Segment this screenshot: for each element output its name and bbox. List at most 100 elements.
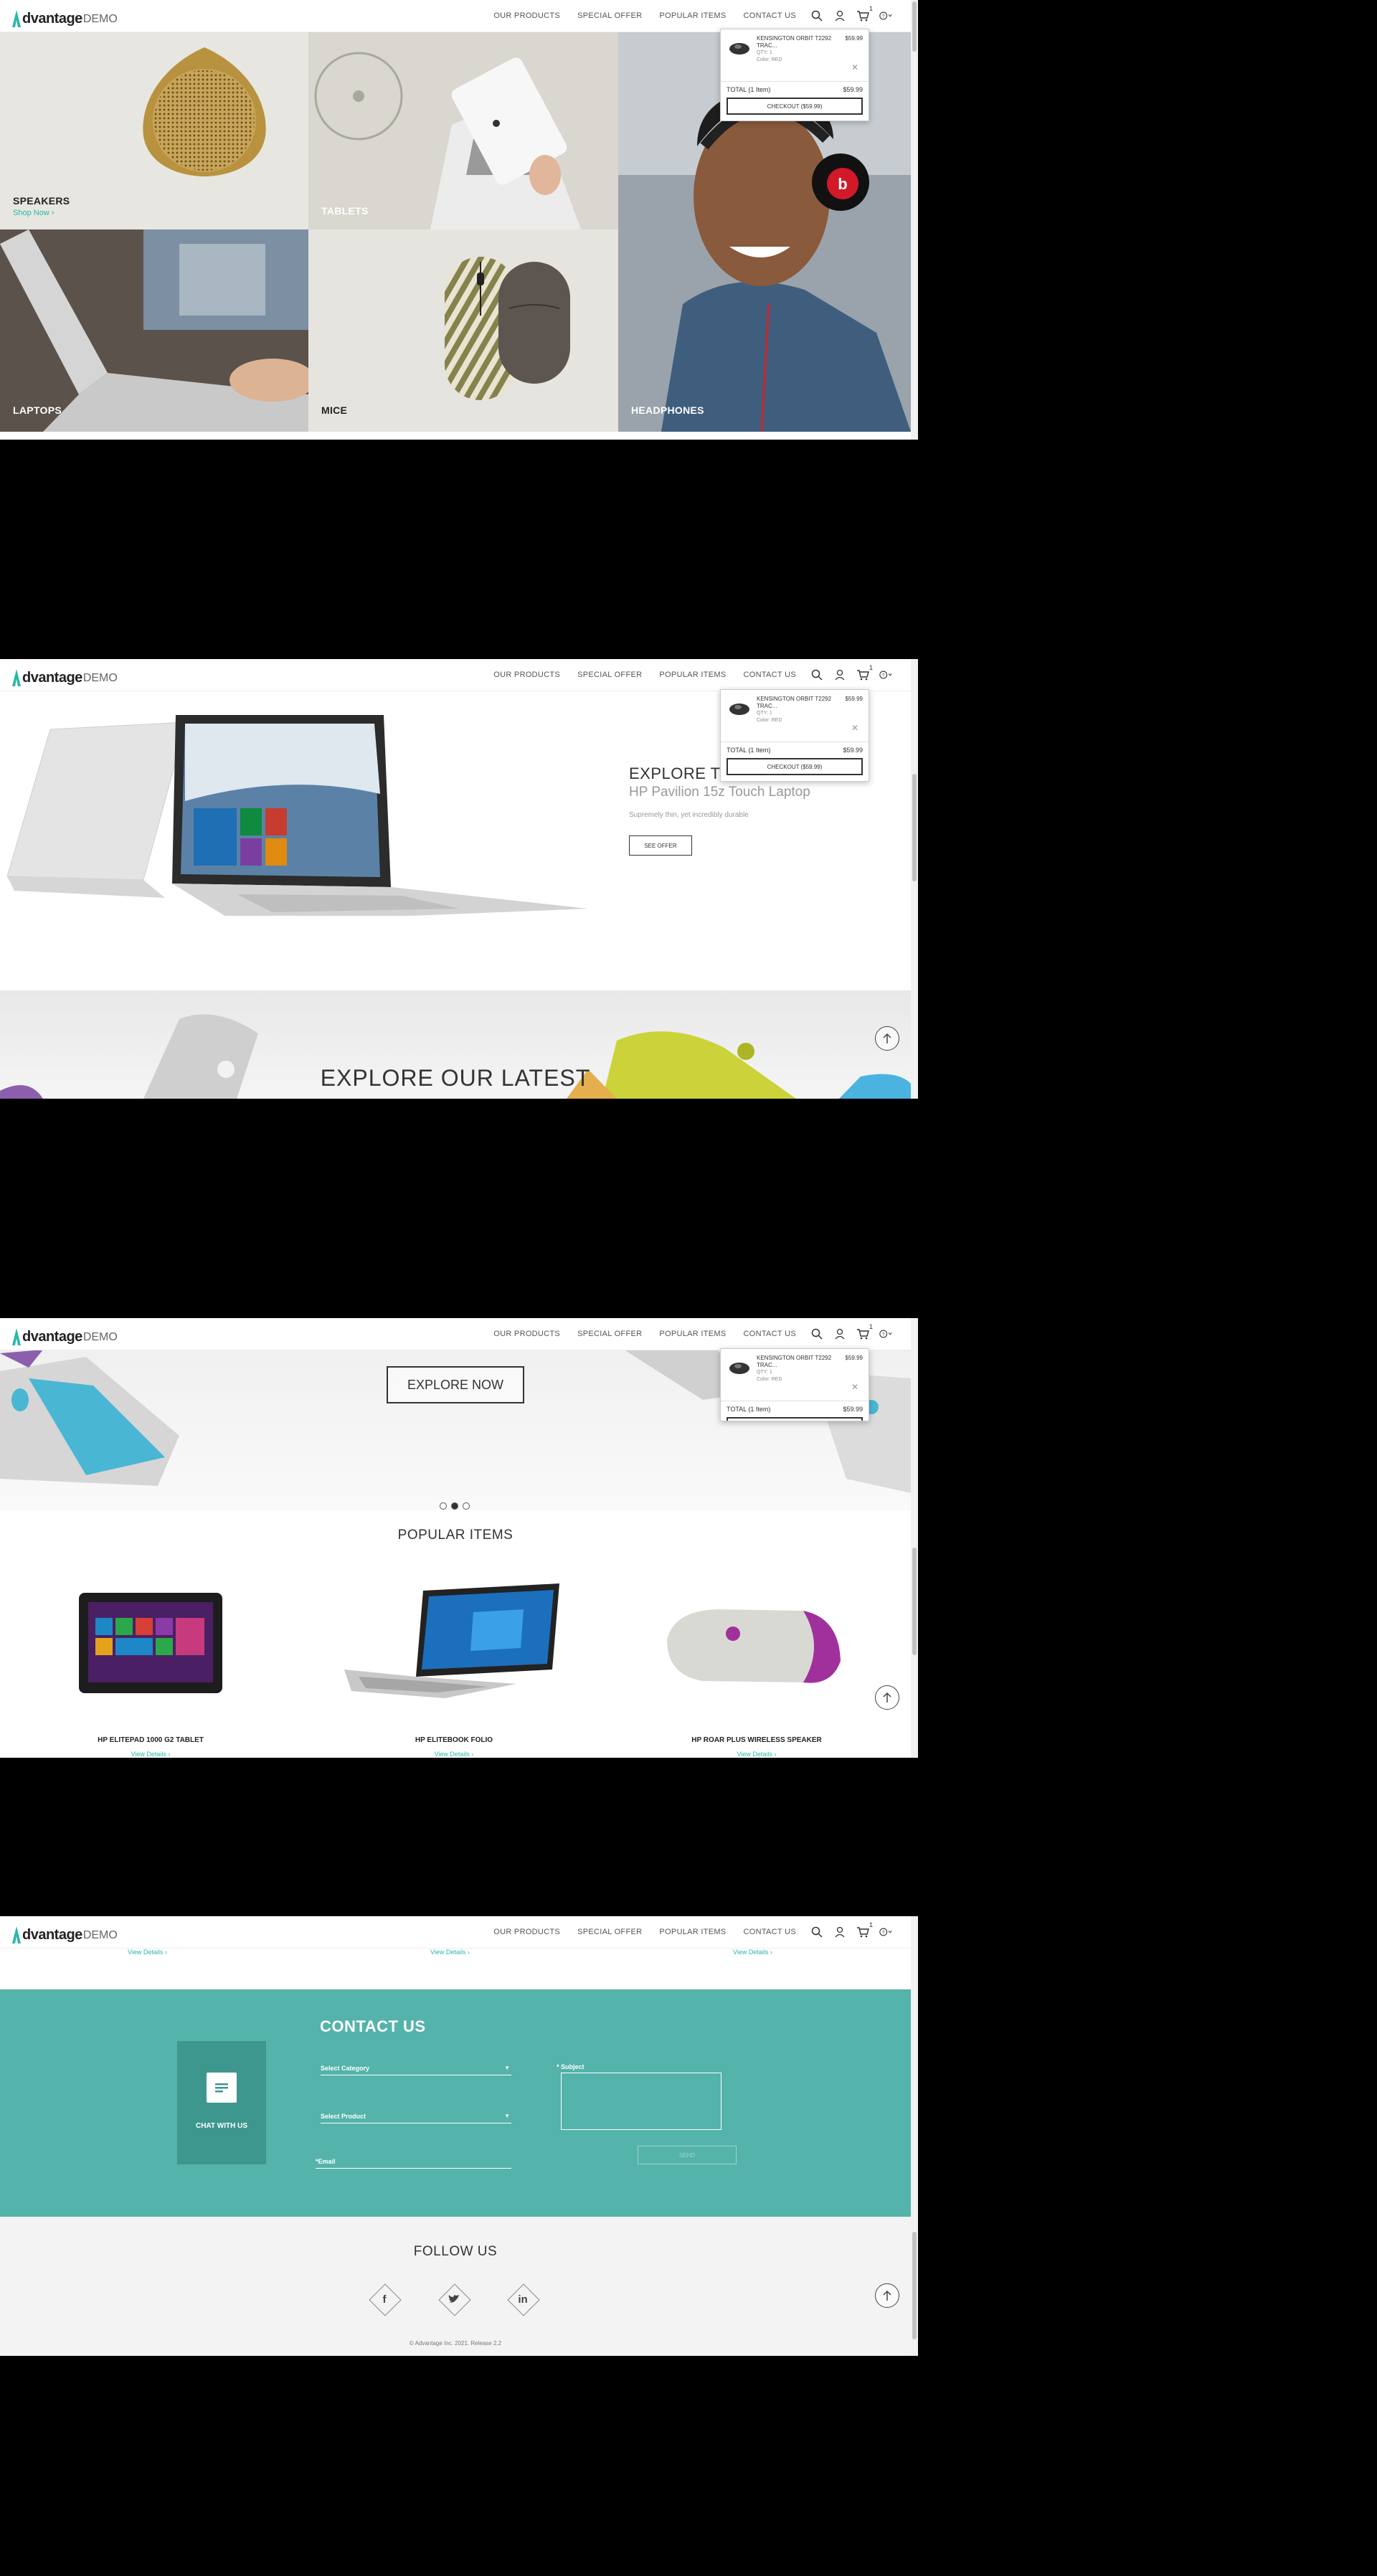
category-speakers[interactable]: SPEAKERS Shop Now › — [0, 32, 308, 229]
cart-icon[interactable]: 1 — [856, 1323, 873, 1340]
remove-item-icon[interactable]: ✕ — [851, 723, 858, 733]
view-details-link[interactable]: View Details › — [430, 1948, 470, 1956]
site-header: dvantage DEMO OUR PRODUCTS SPECIAL OFFER… — [0, 659, 911, 691]
linkedin-icon[interactable]: in — [507, 2283, 540, 2316]
cart-dropdown: KENSINGTON ORBIT T2292 TRAC... QTY: 1 Co… — [720, 29, 869, 121]
nav-contact-us[interactable]: CONTACT US — [744, 11, 797, 20]
nav-popular-items[interactable]: POPULAR ITEMS — [659, 671, 726, 679]
checkout-button[interactable]: CHECKOUT ($59.99) — [727, 758, 863, 775]
facebook-icon[interactable]: f — [369, 2283, 402, 2316]
screenshot-frame-3: dvantage DEMO OUR PRODUCTS SPECIAL OFFER… — [0, 1318, 918, 1758]
offer-subtitle: HP Pavilion 15z Touch Laptop — [629, 785, 810, 800]
subject-textarea[interactable] — [561, 2073, 721, 2130]
category-select-value: Select Category — [321, 2065, 370, 2072]
email-field[interactable]: *Email — [316, 2158, 511, 2169]
popular-item-name[interactable]: HP ROAR PLUS WIRELESS SPEAKER — [649, 1736, 864, 1744]
twitter-icon[interactable] — [438, 2283, 471, 2316]
view-details-link[interactable]: View Details › — [43, 1751, 258, 1758]
remove-item-icon[interactable]: ✕ — [851, 62, 858, 72]
cart-icon[interactable]: 1 — [856, 664, 873, 681]
nav-our-products[interactable]: OUR PRODUCTS — [493, 1928, 560, 1936]
logo[interactable]: dvantage DEMO — [10, 1324, 118, 1345]
view-details-link[interactable]: View Details › — [346, 1751, 562, 1758]
scrollbar[interactable] — [911, 0, 918, 440]
scroll-to-top-icon[interactable] — [875, 2283, 899, 2308]
search-icon[interactable] — [810, 668, 823, 681]
cart-icon[interactable]: 1 — [856, 5, 873, 22]
chevron-down-icon: ▼ — [504, 2065, 510, 2071]
scrollbar[interactable] — [911, 1916, 918, 2356]
carousel-dot-1[interactable] — [440, 1502, 447, 1510]
search-icon[interactable] — [810, 1327, 823, 1340]
svg-text:?: ? — [882, 673, 885, 678]
scrollbar[interactable] — [911, 659, 918, 1099]
svg-text:?: ? — [882, 1930, 885, 1935]
checkout-button[interactable]: CHECKOUT ($59.99) — [727, 98, 863, 115]
category-tablets[interactable]: TABLETS — [308, 32, 618, 229]
view-details-link[interactable]: View Details › — [649, 1751, 864, 1758]
nav-special-offer[interactable]: SPECIAL OFFER — [577, 1928, 642, 1936]
logo[interactable]: dvantage DEMO — [10, 1922, 118, 1943]
nav-popular-items[interactable]: POPULAR ITEMS — [659, 1928, 726, 1936]
nav-popular-items[interactable]: POPULAR ITEMS — [659, 1330, 726, 1338]
logo-demo: DEMO — [82, 1929, 118, 1941]
category-label-mice: MICE — [321, 404, 348, 416]
cart-dropdown: KENSINGTON ORBIT T2292 TRAC... QTY: 1 Co… — [720, 689, 869, 782]
nav-special-offer[interactable]: SPECIAL OFFER — [577, 1330, 642, 1338]
logo[interactable]: dvantage DEMO — [10, 665, 118, 686]
help-icon[interactable]: ? — [879, 1926, 892, 1938]
main-nav: OUR PRODUCTS SPECIAL OFFER POPULAR ITEMS… — [493, 1916, 796, 1948]
nav-contact-us[interactable]: CONTACT US — [744, 1330, 797, 1338]
category-select[interactable]: Select Category ▼ — [321, 2065, 511, 2075]
scroll-to-top-icon[interactable] — [875, 1685, 899, 1710]
product-select-value: Select Product — [321, 2113, 366, 2120]
user-icon[interactable] — [833, 1327, 846, 1340]
help-icon[interactable]: ? — [879, 668, 892, 681]
twitter-glyph — [439, 2284, 469, 2314]
follow-title: FOLLOW US — [413, 2244, 498, 2259]
nav-special-offer[interactable]: SPECIAL OFFER — [577, 671, 642, 679]
popular-item-name[interactable]: HP ELITEPAD 1000 G2 TABLET — [43, 1736, 258, 1744]
user-icon[interactable] — [833, 9, 846, 22]
help-icon[interactable]: ? — [879, 9, 892, 22]
search-icon[interactable] — [810, 9, 823, 22]
explore-now-button[interactable]: EXPLORE NOW — [387, 1366, 524, 1403]
category-label-headphones: HEADPHONES — [631, 404, 704, 416]
cart-item-name[interactable]: KENSINGTON ORBIT T2292 TRAC... — [757, 1355, 846, 1369]
send-button[interactable]: SEND — [638, 2146, 737, 2164]
scrollbar[interactable] — [911, 1318, 918, 1758]
user-icon[interactable] — [833, 668, 846, 681]
product-select[interactable]: Select Product ▼ — [321, 2113, 511, 2123]
nav-our-products[interactable]: OUR PRODUCTS — [493, 11, 560, 20]
linkedin-glyph: in — [518, 2293, 528, 2306]
carousel-dot-2[interactable] — [451, 1502, 458, 1510]
nav-contact-us[interactable]: CONTACT US — [744, 1928, 797, 1936]
popular-item-name[interactable]: HP ELITEBOOK FOLIO — [346, 1736, 562, 1744]
checkout-button[interactable]: CHECKOUT ($59.99) — [727, 1417, 863, 1421]
nav-popular-items[interactable]: POPULAR ITEMS — [659, 11, 726, 20]
view-details-link[interactable]: View Details › — [733, 1948, 772, 1956]
cart-item-name[interactable]: KENSINGTON ORBIT T2292 TRAC... — [757, 35, 846, 49]
cart-icon[interactable]: 1 — [856, 1921, 873, 1938]
category-mice[interactable]: MICE — [308, 229, 618, 432]
chat-with-us-button[interactable]: CHAT WITH US — [177, 2041, 266, 2164]
see-offer-button[interactable]: SEE OFFER — [629, 835, 692, 856]
user-icon[interactable] — [833, 1926, 846, 1938]
nav-special-offer[interactable]: SPECIAL OFFER — [577, 11, 642, 20]
nav-contact-us[interactable]: CONTACT US — [744, 671, 797, 679]
remove-item-icon[interactable]: ✕ — [851, 1382, 858, 1392]
carousel-dot-3[interactable] — [463, 1502, 470, 1510]
chat-label: CHAT WITH US — [195, 2122, 248, 2130]
cart-item: KENSINGTON ORBIT T2292 TRAC... QTY: 1 Co… — [721, 690, 869, 742]
help-icon[interactable]: ? — [879, 1327, 892, 1340]
nav-our-products[interactable]: OUR PRODUCTS — [493, 1330, 560, 1338]
cart-total: TOTAL (1 Item) $59.99 — [721, 742, 869, 758]
logo[interactable]: dvantage DEMO — [10, 6, 118, 27]
nav-our-products[interactable]: OUR PRODUCTS — [493, 671, 560, 679]
category-laptops[interactable]: LAPTOPS — [0, 229, 308, 432]
shop-now-link[interactable]: Shop Now › — [13, 209, 54, 217]
scroll-to-top-icon[interactable] — [875, 1026, 899, 1051]
search-icon[interactable] — [810, 1926, 823, 1938]
view-details-link[interactable]: View Details › — [128, 1948, 167, 1956]
cart-item-name[interactable]: KENSINGTON ORBIT T2292 TRAC... — [757, 696, 846, 710]
